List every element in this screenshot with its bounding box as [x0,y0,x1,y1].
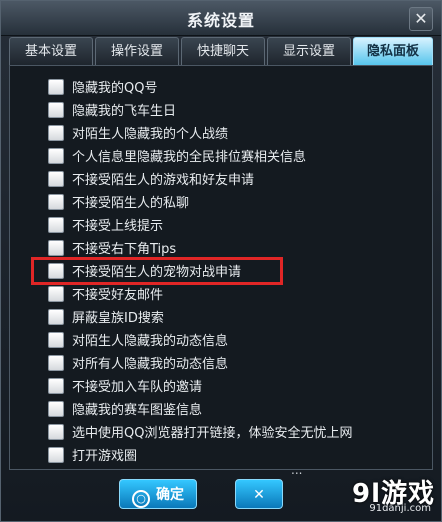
close-icon[interactable]: ✕ [409,7,433,31]
option-hide-qq-number[interactable]: 隐藏我的QQ号 [48,76,428,98]
option-label: 选中使用QQ浏览器打开链接，体验安全无忧上网 [72,426,353,441]
ok-button[interactable]: ○ 确定 [119,479,197,509]
option-use-qq-browser[interactable]: 选中使用QQ浏览器打开链接，体验安全无忧上网 [48,421,428,443]
settings-window: 系统设置 ✕ 基本设置 操作设置 快捷聊天 显示设置 隐私面板 隐藏我的QQ号 … [0,0,442,522]
checkbox[interactable] [48,401,64,417]
checkbox[interactable] [48,171,64,187]
option-label: 隐藏我的赛车图鉴信息 [72,403,203,418]
settings-tabs: 基本设置 操作设置 快捷聊天 显示设置 隐私面板 [9,37,433,65]
option-hide-feed-from-strangers[interactable]: 对陌生人隐藏我的动态信息 [48,329,428,351]
option-hide-feed-from-all[interactable]: 对所有人隐藏我的动态信息 [48,352,428,374]
tab-operation-settings[interactable]: 操作设置 [95,37,179,65]
checkbox[interactable] [48,148,64,164]
window-title: 系统设置 [186,11,255,30]
option-label: 不接受陌生人的游戏和好友申请 [72,173,255,188]
checkbox[interactable] [48,309,64,325]
cancel-icon: ✕ [253,487,265,503]
watermark-site: 91danji.com [369,503,431,514]
option-label: 对陌生人隐藏我的个人战绩 [72,127,229,142]
checkbox[interactable] [48,378,64,394]
tab-quick-chat[interactable]: 快捷聊天 [181,37,265,65]
title-bar: 系统设置 ✕ [1,1,441,36]
checkbox[interactable] [48,217,64,233]
option-reject-friend-mail[interactable]: 不接受好友邮件 [48,283,428,305]
option-label: 不接受右下角Tips [72,242,177,257]
cancel-button[interactable]: ✕ [235,479,283,509]
option-label: 屏蔽皇族ID搜索 [72,311,164,326]
option-label: 隐藏我的飞车生日 [72,104,177,119]
checkbox[interactable] [48,194,64,210]
option-reject-team-invite[interactable]: 不接受加入车队的邀请 [48,375,428,397]
option-label: 不接受上线提示 [72,219,164,234]
option-reject-stranger-chat[interactable]: 不接受陌生人的私聊 [48,191,428,213]
ok-button-label: 确定 [156,487,184,503]
option-label: 不接受加入车队的邀请 [72,380,203,395]
checkbox[interactable] [48,447,64,463]
option-hide-record-from-strangers[interactable]: 对陌生人隐藏我的个人战绩 [48,122,428,144]
option-reject-tips[interactable]: 不接受右下角Tips [48,237,428,259]
option-label: 对所有人隐藏我的动态信息 [72,357,229,372]
checkbox[interactable] [48,125,64,141]
tab-basic-settings[interactable]: 基本设置 [9,37,93,65]
site-watermark: 9l游戏 91danji.com [285,473,435,517]
option-open-game-circle[interactable]: 打开游戏圈 [48,444,428,466]
checkbox[interactable] [48,424,64,440]
option-label: 不接受陌生人的私聊 [72,196,190,211]
option-hide-birthday[interactable]: 隐藏我的飞车生日 [48,99,428,121]
circle-icon: ○ [132,490,150,508]
option-hide-ranking-info[interactable]: 个人信息里隐藏我的全民排位赛相关信息 [48,145,428,167]
option-label: 隐藏我的QQ号 [72,81,158,96]
checkbox[interactable] [48,102,64,118]
checkbox[interactable] [48,240,64,256]
option-label: 对陌生人隐藏我的动态信息 [72,334,229,349]
tab-privacy-panel[interactable]: 隐私面板 [353,37,433,65]
option-reject-stranger-requests[interactable]: 不接受陌生人的游戏和好友申请 [48,168,428,190]
checkbox[interactable] [48,79,64,95]
checkbox[interactable] [48,286,64,302]
tab-display-settings[interactable]: 显示设置 [267,37,351,65]
option-label: 个人信息里隐藏我的全民排位赛相关信息 [72,150,307,165]
option-label: 不接受好友邮件 [72,288,164,303]
option-hide-car-gallery[interactable]: 隐藏我的赛车图鉴信息 [48,398,428,420]
checkbox[interactable] [48,332,64,348]
option-reject-online-notice[interactable]: 不接受上线提示 [48,214,428,236]
option-label: 打开游戏圈 [72,449,138,464]
checkbox[interactable] [48,355,64,371]
highlight-box [31,257,283,285]
option-block-royal-id-search[interactable]: 屏蔽皇族ID搜索 [48,306,428,328]
